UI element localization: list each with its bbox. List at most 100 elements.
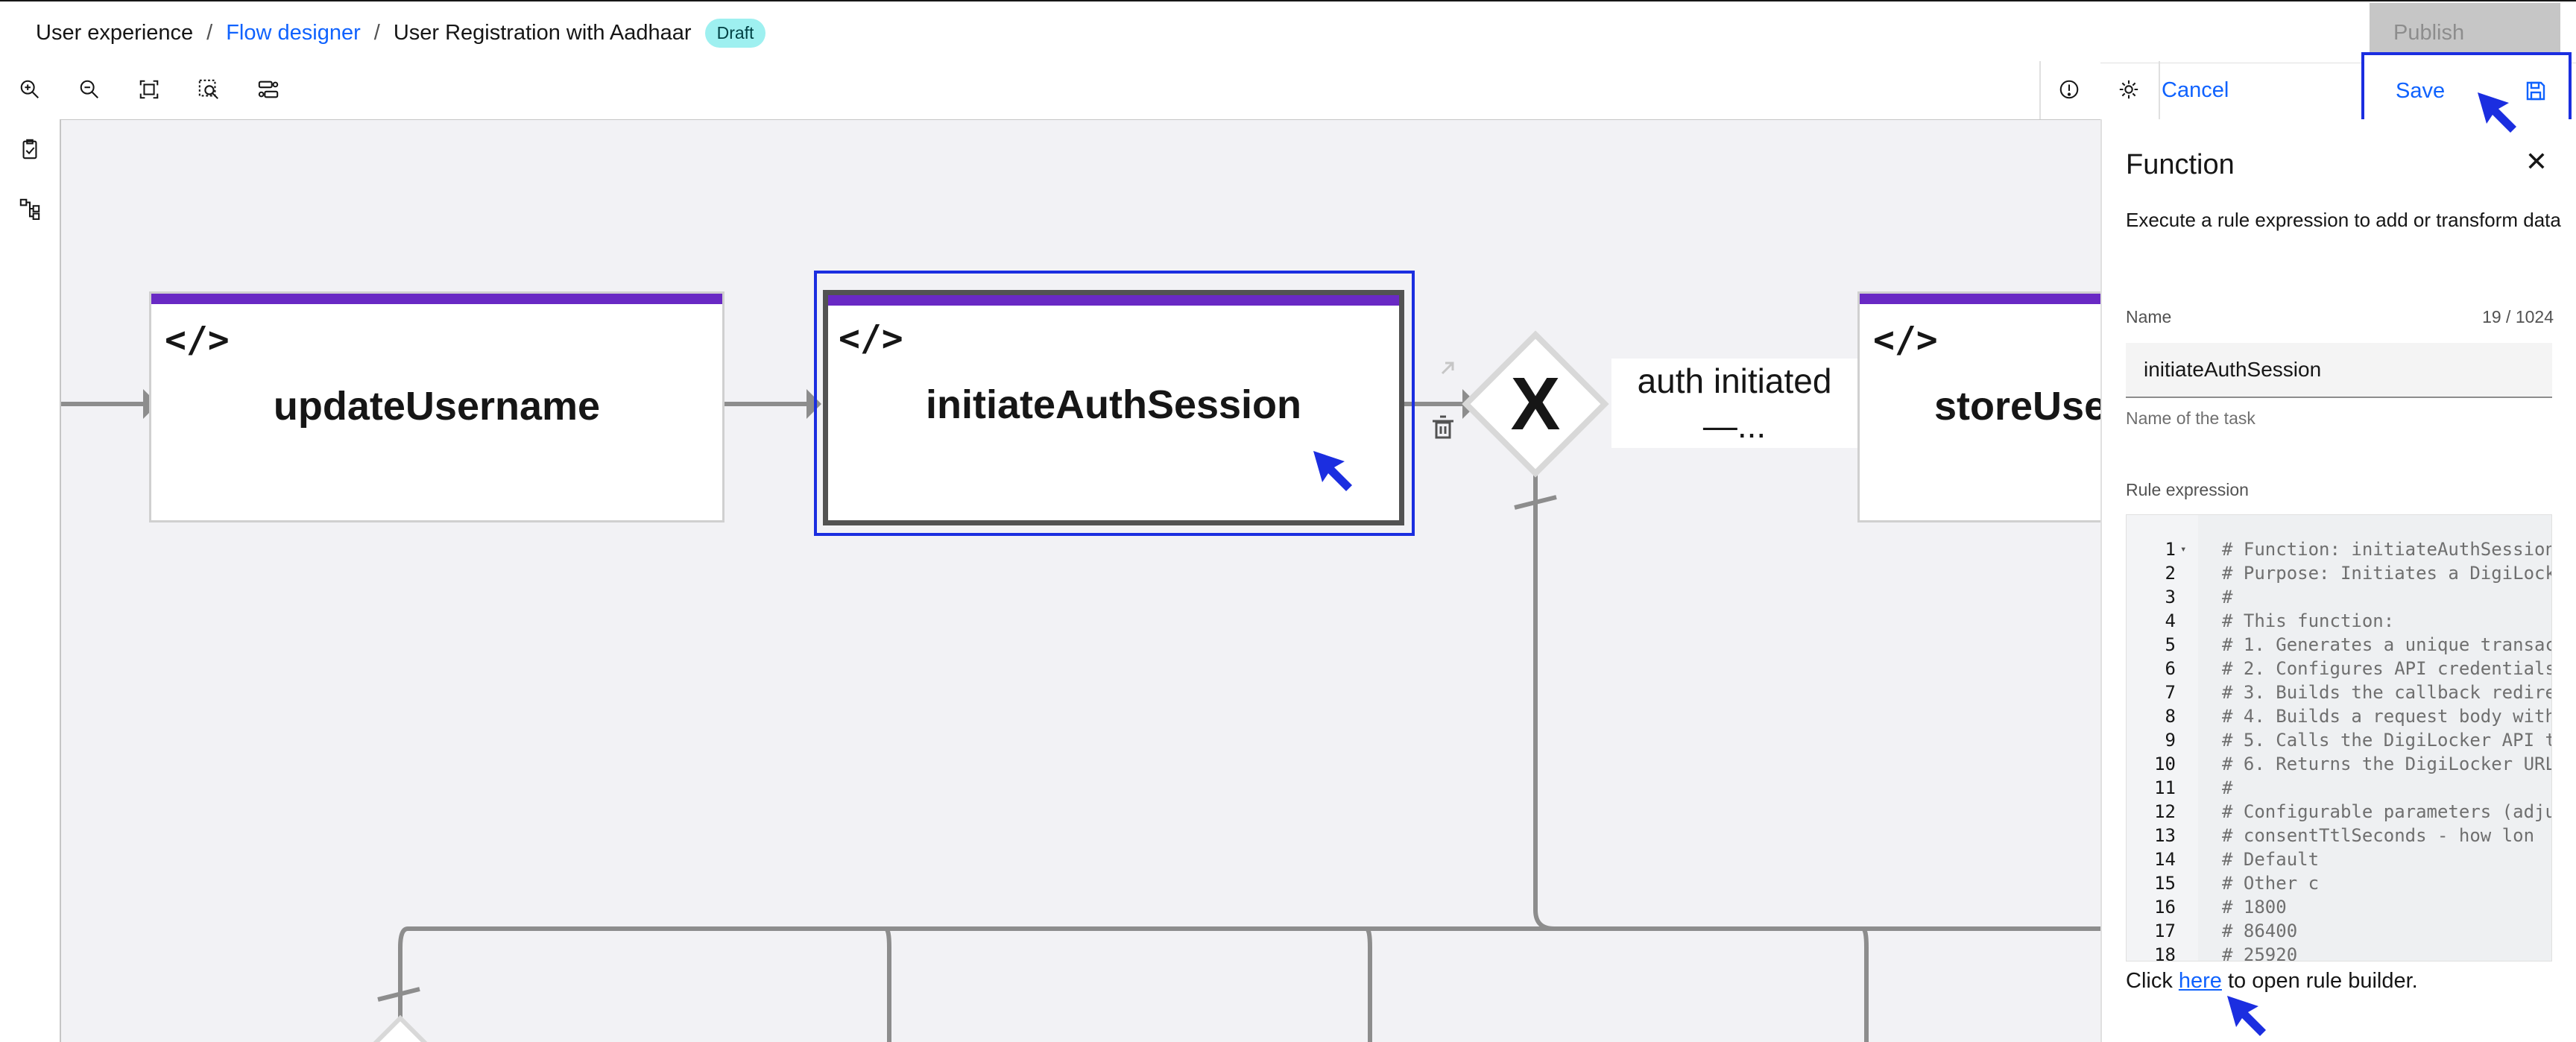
function-properties-panel: Function ✕ Execute a rule expression to … (2100, 119, 2576, 1042)
gateway-label-line-1: auth initiated (1637, 361, 1832, 400)
name-character-count: 19 / 1024 (2482, 307, 2554, 326)
code-text: # 1800 (2222, 897, 2287, 918)
name-input[interactable] (2126, 343, 2552, 398)
code-icon: </> (839, 318, 903, 359)
code-text: # 1. Generates a unique transac (2222, 634, 2552, 655)
delete-node-icon[interactable] (1433, 415, 1453, 439)
code-text: # Default (2222, 849, 2320, 870)
toolbar-divider (2159, 61, 2160, 119)
line-number: 11 (2154, 777, 2176, 798)
code-text: # Function: initiateAuthSession (2222, 539, 2552, 560)
annotation-arrow-icon (1313, 451, 1352, 491)
code-text: # 86400 (2222, 921, 2298, 941)
panel-description: Execute a rule expression to add or tran… (2126, 209, 2561, 231)
node-actions (1433, 361, 1454, 439)
code-text: # 2. Configures API credentials (2222, 658, 2552, 679)
draft-status-badge: Draft (704, 18, 766, 48)
code-text: # Other c (2222, 873, 2320, 894)
function-node-store-user[interactable]: </> storeUse (1857, 291, 2100, 522)
annotation-arrow-icon (2227, 996, 2266, 1036)
breadcrumb-bar: User experience / Flow designer / User R… (0, 0, 2576, 63)
line-number: 16 (2154, 897, 2176, 918)
fit-to-screen-icon[interactable] (134, 75, 164, 104)
rule-expression-editor[interactable]: 1 ▾ # Function: initiateAuthSession 2 # Purp… (2126, 514, 2552, 962)
code-text: # (2222, 587, 2233, 607)
function-node-update-username[interactable]: </> updateUsername (149, 291, 724, 522)
line-number: 18 (2154, 944, 2176, 962)
breadcrumb-separator: / (373, 20, 380, 45)
settings-icon[interactable] (2114, 75, 2144, 104)
code-text: # 25920 (2222, 944, 2298, 962)
node-title: initiateAuthSession (925, 382, 1302, 427)
code-text: # (2222, 777, 2233, 798)
close-icon[interactable]: ✕ (2525, 146, 2548, 177)
rule-builder-hint: Click here to open rule builder. (2126, 969, 2418, 994)
line-number: 4 (2165, 610, 2176, 631)
rule-builder-suffix: to open rule builder. (2221, 969, 2418, 993)
code-text: # This function: (2222, 610, 2395, 631)
name-label: Name (2126, 307, 2172, 326)
breadcrumb-current-flow: User Registration with Aadhaar (393, 20, 692, 45)
breadcrumb-user-experience[interactable]: User experience (36, 21, 193, 45)
annotation-arrow-icon (2478, 92, 2516, 133)
zoom-in-icon[interactable] (15, 75, 45, 104)
breadcrumb: User experience / Flow designer / User R… (36, 18, 766, 48)
flow-designer-app: User experience / Flow designer / User R… (0, 0, 2576, 1042)
line-number: 12 (2154, 801, 2176, 822)
info-icon[interactable] (2054, 75, 2084, 104)
canvas-toolbar (0, 61, 2100, 120)
node-type-bar (828, 295, 1399, 306)
code-icon: </> (1873, 319, 1938, 361)
fold-toggle-icon[interactable]: ▾ (2180, 543, 2186, 555)
line-number: 2 (2165, 563, 2176, 584)
save-button[interactable]: Save (2361, 52, 2572, 130)
save-label: Save (2396, 78, 2446, 103)
gateway-diamond[interactable]: X (1462, 330, 1609, 478)
line-number: 14 (2154, 849, 2176, 870)
breadcrumb-separator: / (206, 20, 213, 45)
line-number: 6 (2165, 658, 2176, 679)
line-number: 10 (2154, 754, 2176, 774)
code-text: # 5. Calls the DigiLocker API t (2222, 730, 2552, 751)
code-text: # consentTtlSeconds - how lon (2222, 825, 2535, 846)
code-icon: </> (165, 319, 230, 361)
node-type-bar (151, 294, 722, 304)
rule-builder-link[interactable]: here (2179, 969, 2222, 993)
line-number: 13 (2154, 825, 2176, 846)
flow-connectors: X (61, 330, 2100, 1042)
gateway-diamond-lower[interactable] (363, 1014, 438, 1042)
line-number: 5 (2165, 634, 2176, 655)
code-text: # Configurable parameters (adju (2222, 801, 2552, 822)
auto-layout-icon[interactable] (253, 75, 283, 104)
line-number: 15 (2154, 873, 2176, 894)
line-number: 17 (2154, 921, 2176, 941)
name-helper-text: Name of the task (2126, 408, 2255, 428)
gateway-label[interactable]: auth initiated —... (1611, 359, 1857, 448)
rule-expression-label: Rule expression (2126, 480, 2249, 499)
breadcrumb-flow-designer[interactable]: Flow designer (226, 21, 361, 45)
node-title: updateUsername (273, 384, 601, 429)
code-text: # Purpose: Initiates a DigiLock (2222, 563, 2552, 584)
line-number: 8 (2165, 706, 2176, 727)
gateway-label-line-2: —... (1702, 406, 1767, 445)
rule-builder-prefix: Click (2126, 969, 2179, 993)
line-number: 1 (2165, 539, 2176, 560)
line-number: 9 (2165, 730, 2176, 751)
flow-canvas[interactable]: X </> updateUsername </> initiateAuthSes… (61, 120, 2100, 1042)
zoom-out-icon[interactable] (75, 75, 104, 104)
code-text: # 4. Builds a request body with (2222, 706, 2552, 727)
connect-arrow-icon[interactable] (1441, 361, 1454, 375)
zoom-to-selection-icon[interactable] (194, 75, 224, 104)
code-text: # 6. Returns the DigiLocker URL (2222, 754, 2552, 774)
panel-title: Function (2126, 149, 2235, 180)
save-icon (2526, 81, 2545, 101)
gateway-exclusive-symbol: X (1511, 362, 1561, 446)
task-checklist-icon[interactable] (15, 134, 45, 164)
line-number: 7 (2165, 682, 2176, 703)
toolbar-divider (2039, 61, 2041, 119)
node-title: storeUse (1934, 384, 2100, 429)
cancel-button[interactable]: Cancel (2162, 61, 2229, 119)
line-number: 3 (2165, 587, 2176, 607)
node-type-bar (1860, 294, 2100, 304)
flow-tree-icon[interactable] (15, 194, 45, 224)
